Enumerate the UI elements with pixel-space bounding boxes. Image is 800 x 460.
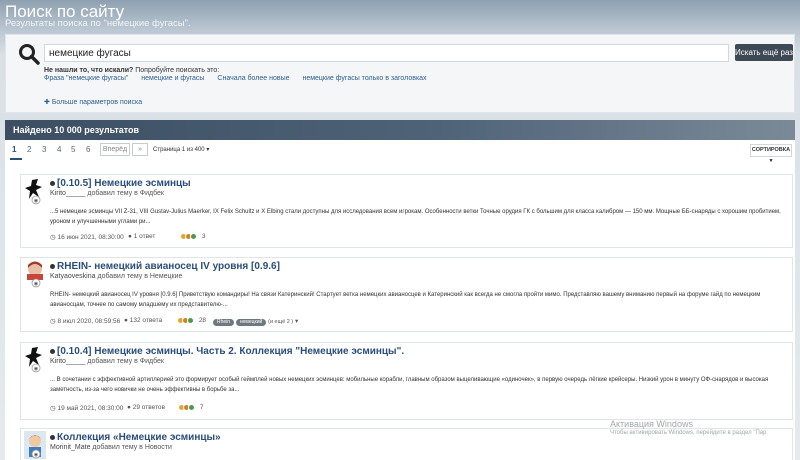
suggestion-link[interactable]: Сначала более новые <box>217 75 289 82</box>
svg-text:◉: ◉ <box>34 452 38 458</box>
sort-button[interactable]: СОРТИРОВКА ▾ <box>750 144 792 164</box>
search-result: ◉ RHEIN- немецкий авианосец IV уровня [0… <box>20 257 793 332</box>
result-meta: Kirito_____ добавил тему в Фидбек <box>50 358 164 365</box>
clock-icon: ◷ <box>50 405 56 412</box>
tag-chip[interactable]: Rhein <box>213 319 235 326</box>
reaction-icon <box>188 404 195 411</box>
result-reactions[interactable]: 28 <box>177 317 206 324</box>
result-snippet: ... В сочетании с эффективной артиллерие… <box>50 377 769 393</box>
result-title-link[interactable]: [0.10.4] Немецкие эсминцы. Часть 2. Колл… <box>50 346 404 357</box>
result-meta: Morinit_Mate добавил тему в Новости <box>50 444 172 451</box>
search-hint: Не нашли то, что искали? Попробуйте поис… <box>44 67 220 74</box>
search-icon <box>19 44 40 65</box>
more-search-params-link[interactable]: ✚ Больше параметров поиска <box>44 98 142 106</box>
result-date: ◷ 8 июл 2020, 08:59:56 <box>50 318 121 325</box>
unread-dot-icon <box>50 180 55 186</box>
user-avatar[interactable]: ◉ <box>24 260 46 288</box>
windows-activation-watermark: Активация Windows Чтобы активировать Win… <box>610 419 767 436</box>
user-avatar[interactable]: ◉ <box>24 431 46 459</box>
result-snippet: RHEIN- немецкий авианосец IV уровня [0.9… <box>50 292 761 308</box>
last-page-button[interactable]: » <box>132 143 148 156</box>
page-subtitle: Результаты поиска по "немецкие фугасы". <box>5 18 191 29</box>
unread-dot-icon <box>50 434 55 440</box>
author-link[interactable]: Morinit_Mate <box>50 444 90 451</box>
author-link[interactable]: Katyaoveskina <box>50 273 96 280</box>
search-result: ◉ [0.10.4] Немецкие эсминцы. Часть 2. Ко… <box>20 342 793 420</box>
result-reactions[interactable]: 3 <box>180 233 205 240</box>
result-date: ◷ 16 июн 2021, 08:30:00 <box>50 234 124 241</box>
user-avatar[interactable]: ◉ <box>24 177 46 205</box>
unread-dot-icon <box>50 348 55 354</box>
page-link-4[interactable]: 4 <box>57 145 61 154</box>
result-replies: ● 29 ответов <box>127 404 165 411</box>
page-link-6[interactable]: 6 <box>86 145 90 154</box>
suggestion-link[interactable]: немецкие фугасы только в заголовках <box>302 75 426 82</box>
result-meta: Katyaoveskina добавил тему в Немецкие <box>50 273 183 280</box>
result-replies: ● 132 ответа <box>124 317 163 324</box>
result-date: ◷ 19 май 2021, 08:30:00 <box>50 405 124 412</box>
page-hero: Поиск по сайту Результаты поиска по "нем… <box>0 0 800 30</box>
author-link[interactable]: Kirito_____ <box>50 358 85 365</box>
svg-text:◉: ◉ <box>34 281 38 287</box>
result-title-link[interactable]: RHEIN- немецкий авианосец IV уровня [0.9… <box>50 261 280 272</box>
clock-icon: ◷ <box>50 318 56 325</box>
result-snippet: ...5 немецкие эсминцы VII Z-31, VIII Gus… <box>50 209 781 225</box>
page-link-5[interactable]: 5 <box>71 145 75 154</box>
svg-text:◉: ◉ <box>34 366 38 372</box>
more-tags-link[interactable]: (и ещё 2 ) ▾ <box>268 318 298 325</box>
page-jump-dropdown[interactable]: Страница 1 из 400 ▾ <box>153 146 209 153</box>
reaction-icon <box>190 233 197 240</box>
reaction-icon <box>187 317 194 324</box>
caret-down-icon: ▾ <box>294 318 299 325</box>
comment-icon: ● <box>127 404 131 411</box>
result-title-link[interactable]: [0.10.5] Немецкие эсминцы <box>50 178 191 189</box>
results-header: Найдено 10 000 результатов <box>5 120 795 140</box>
author-link[interactable]: Kirito_____ <box>50 190 85 197</box>
clock-icon: ◷ <box>50 234 56 241</box>
svg-text:◉: ◉ <box>34 198 38 204</box>
search-panel: Искать ещё раз Не нашли то, что искали? … <box>5 34 795 113</box>
unread-dot-icon <box>50 263 55 269</box>
result-meta: Kirito_____ добавил тему в Фидбек <box>50 190 164 197</box>
tag-list: Rhein немецкий (и ещё 2 ) ▾ <box>213 317 298 326</box>
search-suggestions: Фраза "немецкие фугасы" немецкие и фугас… <box>44 75 438 82</box>
page-link-3[interactable]: 3 <box>42 145 46 154</box>
search-again-button[interactable]: Искать ещё раз <box>735 44 793 61</box>
page-link-2[interactable]: 2 <box>27 145 31 154</box>
caret-down-icon: ▾ <box>206 147 210 153</box>
next-page-button[interactable]: Вперёд <box>100 143 130 156</box>
suggestion-link[interactable]: Фраза "немецкие фугасы" <box>44 75 128 82</box>
pagination: 1 2 3 4 5 6 Вперёд » Страница 1 из 400 ▾… <box>5 142 795 164</box>
results-count: Найдено 10 000 результатов <box>13 125 140 135</box>
search-result: ◉ [0.10.5] Немецкие эсминцы Kirito_____ … <box>20 174 793 248</box>
comment-icon: ● <box>128 233 132 240</box>
result-title-link[interactable]: Коллекция «Немецкие эсминцы» <box>50 432 221 443</box>
page-link-1[interactable]: 1 <box>12 145 16 154</box>
active-page-indicator <box>10 158 22 160</box>
search-input[interactable] <box>44 44 729 62</box>
results-panel: Найдено 10 000 результатов 1 2 3 4 5 6 В… <box>5 120 795 460</box>
plus-icon: ✚ <box>44 99 50 106</box>
tag-chip[interactable]: немецкий <box>235 319 267 326</box>
comment-icon: ● <box>124 317 128 324</box>
caret-down-icon: ▾ <box>769 158 773 164</box>
suggestion-link[interactable]: немецкие и фугасы <box>141 75 204 82</box>
result-reactions[interactable]: 7 <box>178 404 203 411</box>
result-replies: ● 1 ответ <box>128 233 156 240</box>
user-avatar[interactable]: ◉ <box>24 345 46 373</box>
